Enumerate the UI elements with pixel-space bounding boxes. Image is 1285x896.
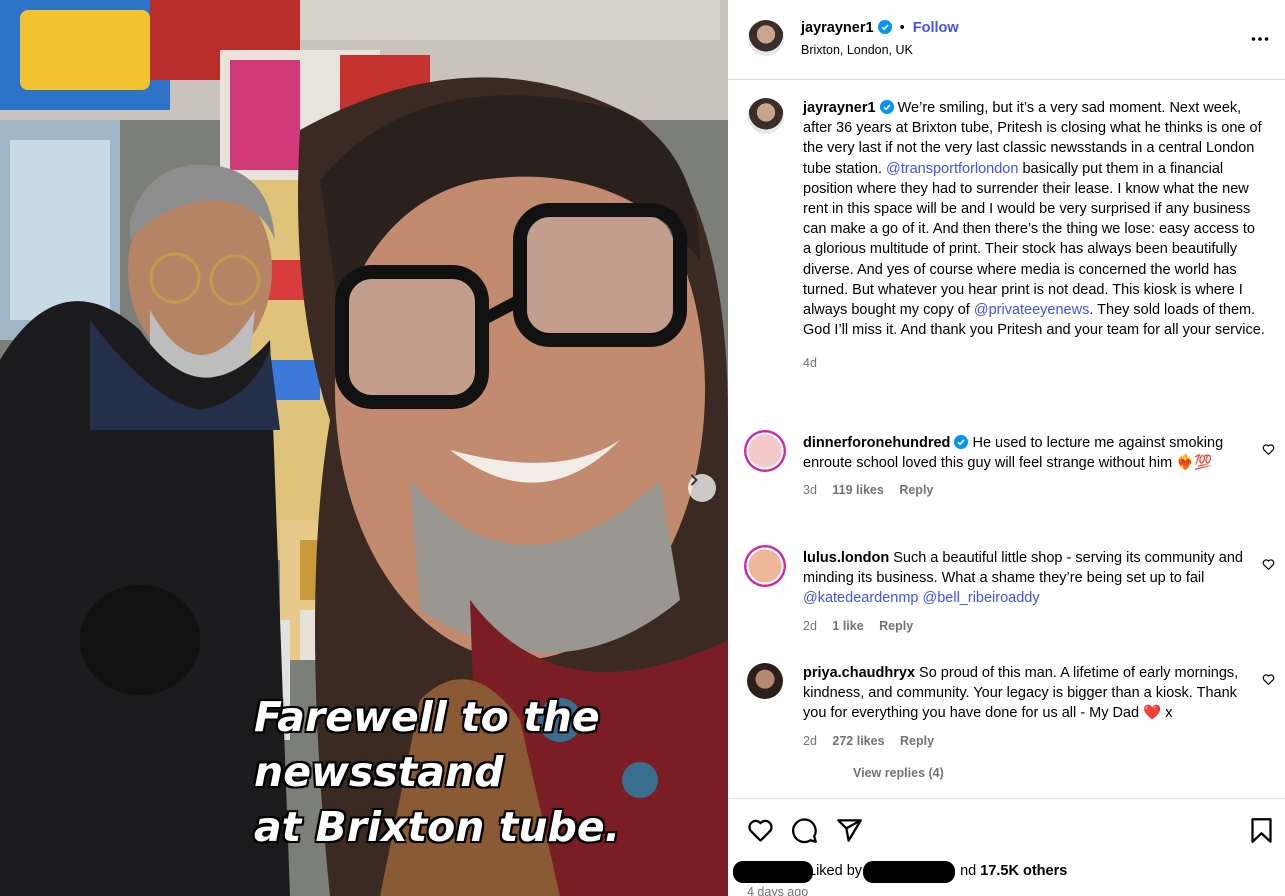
mention-link[interactable]: @bell_ribeiroaddy [923, 590, 1040, 606]
mention-link[interactable]: @privateeyenews [974, 302, 1089, 318]
view-replies-button[interactable]: View replies (4) [853, 763, 1253, 783]
heart-icon[interactable] [1262, 558, 1275, 571]
comment-likes[interactable]: 119 likes [832, 483, 883, 497]
caption-line: newsstand [254, 748, 504, 796]
more-options-icon[interactable] [1251, 30, 1269, 48]
comment-item: dinnerforonehundred He used to lecture m… [803, 433, 1253, 501]
instagram-post-view: Farewell to the newsstand at Brixton tub… [0, 0, 1285, 896]
avatar[interactable] [748, 20, 784, 56]
mention-link[interactable]: @transportforlondon [886, 161, 1018, 177]
avatar[interactable] [744, 430, 786, 472]
caption-text: basically put them in a financial positi… [803, 160, 1255, 319]
share-icon[interactable] [836, 817, 863, 844]
caption-line: Farewell to the [254, 693, 600, 741]
verified-badge-icon [879, 100, 894, 114]
comment-icon[interactable] [791, 817, 818, 844]
heart-icon[interactable] [1262, 443, 1275, 456]
comment-meta: 2d 1 like Reply [803, 616, 1253, 636]
post-location[interactable]: Brixton, London, UK [801, 43, 913, 57]
comment-likes[interactable]: 272 likes [832, 734, 884, 748]
avatar[interactable] [744, 545, 786, 587]
reply-button[interactable]: Reply [900, 734, 934, 748]
post-timestamp[interactable]: 4 days ago [747, 885, 808, 896]
avatar[interactable] [748, 98, 784, 134]
reply-button[interactable]: Reply [899, 483, 933, 497]
post-caption: jayrayner1 We’re smiling, but it’s a ver… [803, 98, 1265, 374]
comment-username[interactable]: dinnerforonehundred [803, 435, 950, 451]
reply-button[interactable]: Reply [879, 619, 913, 633]
comment-age[interactable]: 3d [803, 483, 817, 497]
caption-line: at Brixton tube. [254, 803, 621, 851]
comment-username[interactable]: priya.chaudhryx [803, 665, 915, 681]
comment-item: lulus.london Such a beautiful little sho… [803, 548, 1253, 636]
verified-badge-icon [954, 435, 969, 449]
post-details-panel: jayrayner1 • Follow Brixton, London, UK … [728, 0, 1285, 896]
redacted-avatar [733, 861, 813, 883]
comment-meta: 2d 272 likes Reply [803, 731, 1253, 751]
post-actions-footer: Liked by nd 17.5K others 4 days ago [728, 798, 1285, 896]
comments-scroll-area[interactable]: jayrayner1 We’re smiling, but it’s a ver… [728, 80, 1285, 798]
verified-badge-icon [877, 20, 892, 34]
redacted-username [863, 861, 955, 883]
heart-icon[interactable] [1262, 673, 1275, 686]
post-photo[interactable]: Farewell to the newsstand at Brixton tub… [0, 0, 728, 896]
caption-age[interactable]: 4d [803, 353, 1265, 373]
liked-by-label: Liked by [808, 863, 863, 879]
next-image-button[interactable] [688, 474, 716, 502]
and-label: nd [960, 863, 977, 879]
comment-age[interactable]: 2d [803, 734, 817, 748]
post-header: jayrayner1 • Follow Brixton, London, UK [728, 0, 1285, 80]
separator-dot: • [899, 20, 905, 36]
caption-username[interactable]: jayrayner1 [803, 100, 876, 116]
comment-item: priya.chaudhryx So proud of this man. A … [803, 663, 1253, 783]
heart-icon[interactable] [747, 817, 774, 844]
photo-caption-overlay: Farewell to the newsstand at Brixton tub… [254, 690, 620, 855]
mention-link[interactable]: @katedeardenmp [803, 590, 918, 606]
avatar[interactable] [747, 663, 783, 699]
comment-meta: 3d 119 likes Reply [803, 480, 1253, 500]
comment-age[interactable]: 2d [803, 619, 817, 633]
comment-username[interactable]: lulus.london [803, 550, 889, 566]
author-username[interactable]: jayrayner1 [801, 20, 874, 36]
likes-count[interactable]: 17.5K others [980, 863, 1067, 879]
chevron-right-icon [691, 474, 698, 486]
bookmark-icon[interactable] [1248, 817, 1275, 844]
comment-likes[interactable]: 1 like [832, 619, 863, 633]
follow-button[interactable]: Follow [913, 20, 959, 36]
author-row: jayrayner1 • Follow [801, 20, 959, 36]
